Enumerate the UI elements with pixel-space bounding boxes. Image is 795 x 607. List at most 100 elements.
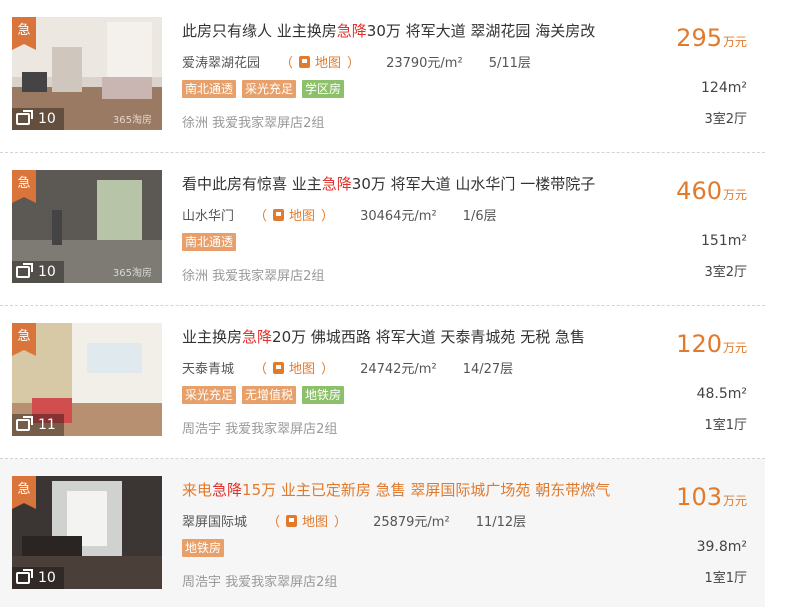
map-link[interactable]: （地图） bbox=[267, 511, 347, 530]
feature-tags: 南北通透 bbox=[182, 233, 237, 251]
feature-tag: 采光充足 bbox=[182, 386, 237, 404]
listing-item[interactable]: 急 10 来电急降15万 业主已定新房 急售 翠屏国际城广场苑 朝东带燃气 翠屏… bbox=[0, 459, 765, 607]
room-layout: 1室1厅 bbox=[704, 571, 747, 586]
agent-info[interactable]: 周浩宇 我爱我家翠屏店2组 bbox=[182, 571, 337, 590]
community-name[interactable]: 天泰青城 bbox=[182, 358, 234, 377]
feature-tags: 南北通透 采光充足 学区房 bbox=[182, 80, 345, 98]
map-link[interactable]: （地图） bbox=[254, 205, 334, 224]
feature-tags: 采光充足 无增值税 地铁房 bbox=[182, 386, 345, 404]
feature-tag: 南北通透 bbox=[182, 233, 237, 251]
feature-tag: 学区房 bbox=[302, 80, 345, 98]
title-text: 20万 佛城西路 将军大道 天泰青城苑 无税 急售 bbox=[272, 328, 585, 346]
map-pin-icon bbox=[299, 55, 311, 68]
map-link-label: 地图 bbox=[289, 209, 316, 224]
agent-info[interactable]: 徐洲 我爱我家翠屏店2组 bbox=[182, 112, 324, 131]
floor-info: 14/27层 bbox=[462, 362, 514, 377]
area: 124m² bbox=[701, 80, 747, 96]
map-link-label: 地图 bbox=[302, 515, 329, 530]
title-highlight: 急降 bbox=[242, 328, 273, 346]
unit-price: 23790元/m² bbox=[386, 56, 463, 71]
feature-tag: 无增值税 bbox=[242, 386, 297, 404]
photo-count-value: 10 bbox=[38, 570, 56, 586]
title-text: 业主换房 bbox=[182, 328, 243, 346]
listing-item[interactable]: 急 10 365淘房 此房只有缘人 业主换房急降30万 将军大道 翠湖花园 海关… bbox=[0, 0, 765, 148]
listing-photo[interactable]: 急 11 bbox=[12, 323, 162, 436]
photo-stack-icon bbox=[16, 263, 33, 278]
room-layout: 3室2厅 bbox=[704, 265, 747, 280]
price-value: 295 bbox=[676, 24, 722, 52]
listing-meta: 山水华门 （地图） 30464元/m² 1/6层 bbox=[182, 205, 497, 224]
price-unit: 万元 bbox=[722, 35, 747, 49]
title-text: 15万 业主已定新房 急售 翠屏国际城广场苑 朝东带燃气 bbox=[242, 481, 611, 499]
feature-tag: 南北通透 bbox=[182, 80, 237, 98]
price-unit: 万元 bbox=[722, 341, 747, 355]
area: 48.5m² bbox=[696, 386, 747, 402]
price-unit: 万元 bbox=[722, 188, 747, 202]
listing-item[interactable]: 急 11 业主换房急降20万 佛城西路 将军大道 天泰青城苑 无税 急售 天泰青… bbox=[0, 306, 765, 454]
photo-count: 10 bbox=[12, 261, 64, 283]
map-link[interactable]: （地图） bbox=[254, 358, 334, 377]
title-text: 来电 bbox=[182, 481, 213, 499]
title-text: 此房只有缘人 业主换房 bbox=[182, 22, 337, 40]
photo-count: 10 bbox=[12, 567, 64, 589]
photo-count: 10 bbox=[12, 108, 64, 130]
title-highlight: 急降 bbox=[212, 481, 243, 499]
listing-title[interactable]: 业主换房急降20万 佛城西路 将军大道 天泰青城苑 无税 急售 bbox=[182, 326, 585, 347]
listing-photo[interactable]: 急 10 365淘房 bbox=[12, 170, 162, 283]
room-layout: 3室2厅 bbox=[704, 112, 747, 127]
photo-count-value: 10 bbox=[38, 111, 56, 127]
room-layout: 1室1厅 bbox=[704, 418, 747, 433]
photo-stack-icon bbox=[16, 416, 33, 431]
feature-tag: 地铁房 bbox=[302, 386, 345, 404]
community-name[interactable]: 山水华门 bbox=[182, 205, 234, 224]
community-name[interactable]: 爱涛翠湖花园 bbox=[182, 52, 260, 71]
map-pin-icon bbox=[273, 208, 285, 221]
title-text: 30万 将军大道 山水华门 一楼带院子 bbox=[351, 175, 596, 193]
agent-info[interactable]: 周浩宇 我爱我家翠屏店2组 bbox=[182, 418, 337, 437]
title-highlight: 急降 bbox=[321, 175, 352, 193]
listing-item[interactable]: 急 10 365淘房 看中此房有惊喜 业主急降30万 将军大道 山水华门 一楼带… bbox=[0, 153, 765, 301]
photo-stack-icon bbox=[16, 569, 33, 584]
photo-watermark: 365淘房 bbox=[112, 115, 152, 126]
community-name[interactable]: 翠屏国际城 bbox=[182, 511, 247, 530]
floor-info: 5/11层 bbox=[488, 56, 531, 71]
map-pin-icon bbox=[273, 361, 285, 374]
unit-price: 30464元/m² bbox=[360, 209, 437, 224]
listing-photo[interactable]: 急 10 365淘房 bbox=[12, 17, 162, 130]
listing-title[interactable]: 来电急降15万 业主已定新房 急售 翠屏国际城广场苑 朝东带燃气 bbox=[182, 479, 610, 500]
listing-meta: 翠屏国际城 （地图） 25879元/m² 11/12层 bbox=[182, 511, 526, 530]
photo-count-value: 10 bbox=[38, 264, 56, 280]
map-pin-icon bbox=[286, 514, 298, 527]
price-value: 103 bbox=[676, 483, 722, 511]
total-price: 460万元 bbox=[676, 177, 747, 205]
price-unit: 万元 bbox=[722, 494, 747, 508]
listing-title[interactable]: 看中此房有惊喜 业主急降30万 将军大道 山水华门 一楼带院子 bbox=[182, 173, 595, 194]
area: 39.8m² bbox=[696, 539, 747, 555]
listing-meta: 天泰青城 （地图） 24742元/m² 14/27层 bbox=[182, 358, 513, 377]
title-highlight: 急降 bbox=[336, 22, 367, 40]
unit-price: 25879元/m² bbox=[373, 515, 450, 530]
photo-stack-icon bbox=[16, 110, 33, 125]
total-price: 295万元 bbox=[676, 24, 747, 52]
map-link-label: 地图 bbox=[289, 362, 316, 377]
feature-tag: 地铁房 bbox=[182, 539, 225, 557]
photo-count: 11 bbox=[12, 414, 64, 436]
area: 151m² bbox=[701, 233, 747, 249]
floor-info: 1/6层 bbox=[462, 209, 497, 224]
feature-tag: 采光充足 bbox=[242, 80, 297, 98]
listing-photo[interactable]: 急 10 bbox=[12, 476, 162, 589]
title-text: 30万 将军大道 翠湖花园 海关房改 bbox=[366, 22, 596, 40]
feature-tags: 地铁房 bbox=[182, 539, 225, 557]
map-link[interactable]: （地图） bbox=[280, 52, 360, 71]
title-text: 看中此房有惊喜 业主 bbox=[182, 175, 322, 193]
photo-count-value: 11 bbox=[38, 417, 56, 433]
unit-price: 24742元/m² bbox=[360, 362, 437, 377]
price-value: 120 bbox=[676, 330, 722, 358]
price-value: 460 bbox=[676, 177, 722, 205]
listing-title[interactable]: 此房只有缘人 业主换房急降30万 将军大道 翠湖花园 海关房改 bbox=[182, 20, 595, 41]
agent-info[interactable]: 徐洲 我爱我家翠屏店2组 bbox=[182, 265, 324, 284]
listing-meta: 爱涛翠湖花园 （地图） 23790元/m² 5/11层 bbox=[182, 52, 531, 71]
map-link-label: 地图 bbox=[315, 56, 342, 71]
floor-info: 11/12层 bbox=[475, 515, 527, 530]
photo-watermark: 365淘房 bbox=[112, 268, 152, 279]
